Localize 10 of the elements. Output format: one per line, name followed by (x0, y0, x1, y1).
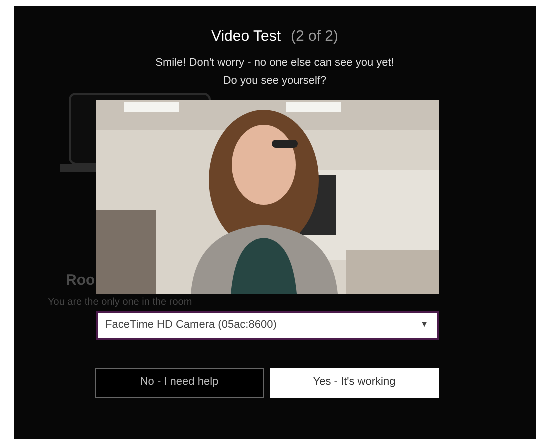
step-counter: (2 of 2) (290, 27, 339, 47)
help-button[interactable]: No - I need help (95, 368, 264, 398)
question: Do you see yourself? (223, 74, 327, 89)
caret-icon: ▼ (420, 319, 428, 331)
room-message: You are the only one in the room (48, 297, 192, 309)
dialog-title: Video Test (211, 27, 281, 47)
subtitle: Smile! Don't worry - no one else can see you yet! (156, 56, 394, 70)
camera-select[interactable]: FaceTime HD Camera (05ac:8600) ▼ (96, 310, 438, 340)
confirm-button[interactable]: Yes - It's working (270, 368, 439, 398)
room-heading: Roo (66, 271, 96, 291)
